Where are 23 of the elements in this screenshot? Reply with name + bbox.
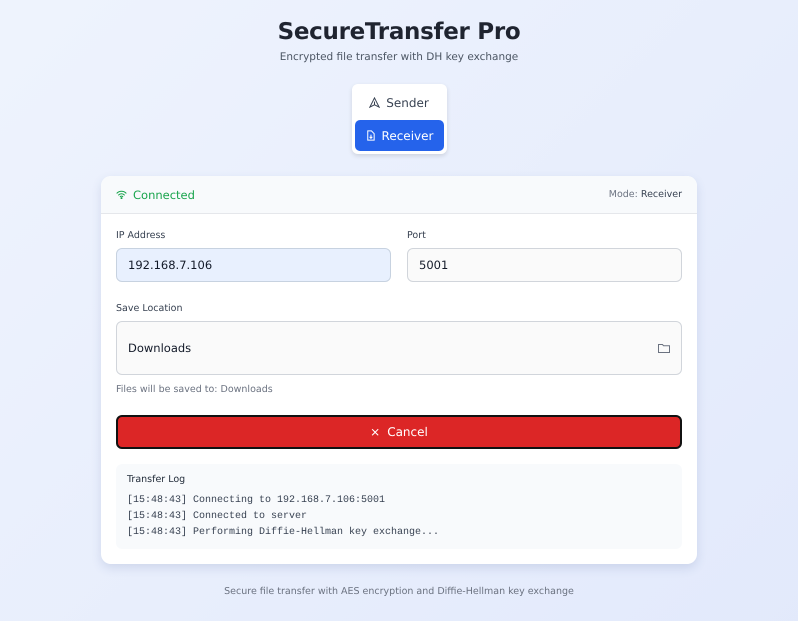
log-title: Transfer Log [127,474,186,485]
field-label: IP Address [116,230,166,241]
input-field[interactable]: 192.168.7.106 [116,248,391,282]
input-field[interactable]: 5001 [407,248,682,282]
log-line: [15:48:43] Performing Diffie-Hellman key exchange... [127,526,440,540]
file-icon [364,130,376,141]
app-title: SecureTransfer Pro [278,19,520,45]
cancel-button[interactable]: × Cancel [116,415,682,449]
save-hint: Files will be saved to: Downloads [116,384,274,395]
field-label: Port [407,230,427,241]
wifi-icon [116,190,127,199]
folder-icon[interactable] [658,343,670,353]
connection-status: Connected [133,188,195,202]
mode-tab[interactable]: Receiver [354,120,444,151]
mode-indicator: Mode: Receiver [608,189,682,200]
mode-tab[interactable]: Sender [354,87,444,118]
footer-text: Secure file transfer with AES encryption and Diffie-Hellman key exchange [224,586,574,597]
send-icon [369,97,380,108]
log-line: [15:48:43] Connected to server [127,510,308,524]
app-subtitle: Encrypted file transfer with DH key exchange [280,51,518,63]
log-line: [15:48:43] Connecting to 192.168.7.106:5001 [127,494,386,508]
field-label: Save Location [116,303,184,314]
save-location-field[interactable]: Downloads [116,321,682,375]
